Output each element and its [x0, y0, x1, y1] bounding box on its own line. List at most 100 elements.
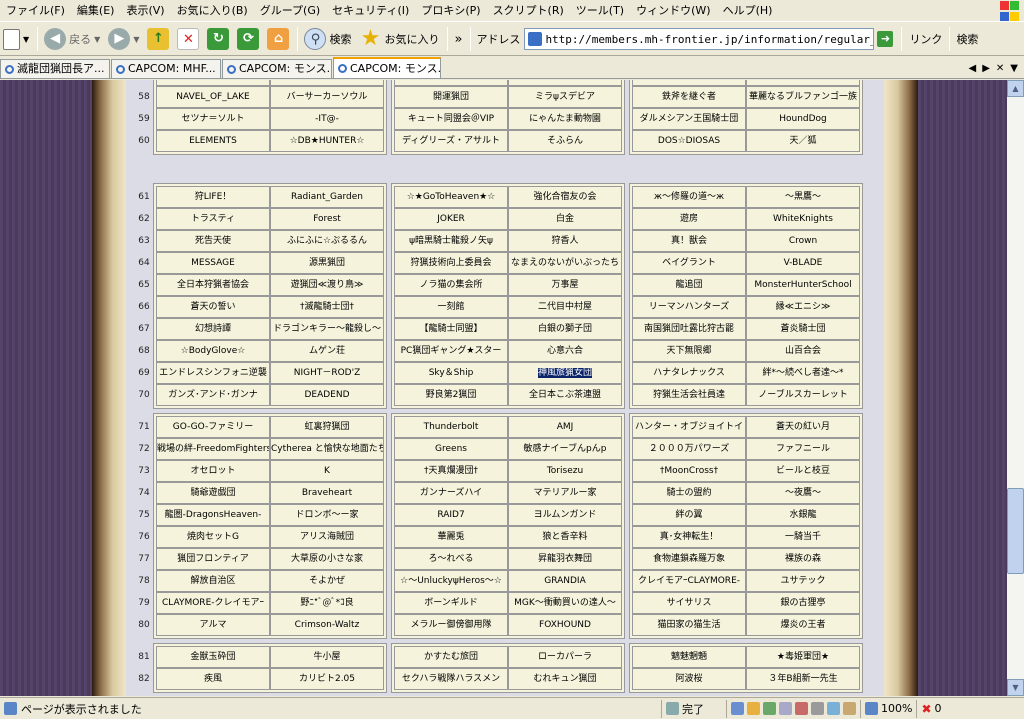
- guild-name: ～夜鷹～: [784, 488, 821, 498]
- guild-name: 戦場の絆-FreedomFighters: [157, 444, 270, 454]
- guild-name-cell: 華麗兎: [394, 526, 508, 548]
- tab-close-icon[interactable]: ✕: [996, 63, 1004, 74]
- status-icons-panel: [726, 699, 860, 718]
- guild-name-cell: AMJ: [508, 416, 622, 438]
- guild-name: ★毒姫軍団★: [776, 652, 830, 662]
- tab-list-icon[interactable]: ▼: [1010, 63, 1018, 74]
- guild-name-cell: 昇龍羽衣舞団: [508, 548, 622, 570]
- vertical-scrollbar[interactable]: ▲ ▼: [1007, 80, 1024, 696]
- guild-name: 蒼天の紅い月: [775, 422, 830, 432]
- guild-name-cell: 狩香人: [508, 230, 622, 252]
- guild-name-cell: サイサリス: [632, 592, 746, 614]
- go-button[interactable]: ➜: [874, 25, 896, 53]
- guild-name-cell: ディグリーズ・アサルト: [394, 130, 508, 152]
- sound-icon[interactable]: [779, 702, 792, 715]
- menu-item[interactable]: 編集(E): [71, 1, 121, 21]
- guild-name-cell: セクハラ戦隊ハラスメン: [394, 668, 508, 690]
- guild-name: なまえのないがいぶったち: [510, 258, 619, 268]
- guild-name: 爆炎の王者: [780, 620, 826, 630]
- guild-name-cell: MESSAGE: [156, 252, 270, 274]
- toolbar-search-button[interactable]: 検索: [956, 31, 978, 47]
- guild-name: ミラψスデビア: [535, 92, 595, 102]
- guild-name-cell: 食物連鎖森羅万象: [632, 548, 746, 570]
- popup-icon[interactable]: [795, 702, 808, 715]
- menu-item[interactable]: プロキシ(P): [415, 1, 486, 21]
- guild-name: 狩LIFE！: [194, 192, 232, 202]
- new-page-button[interactable]: ▼: [0, 25, 32, 53]
- browser-tab[interactable]: CAPCOM: モンス...: [333, 57, 441, 78]
- stop-button[interactable]: ✕: [174, 25, 202, 53]
- menu-item[interactable]: ヘルプ(H): [717, 1, 779, 21]
- browser-tab[interactable]: CAPCOM: モンス...: [222, 59, 332, 78]
- guild-name: 昇龍羽衣舞団: [537, 554, 592, 564]
- guild-name-cell: 二代目中村屋: [508, 296, 622, 318]
- guild-name: 死告天使: [194, 236, 231, 246]
- tab-favicon-icon: [5, 64, 14, 74]
- guild-name-cell: 遊猟団≪渡り鳥≫: [270, 274, 384, 296]
- browser-tab[interactable]: CAPCOM: MHF...: [111, 59, 221, 78]
- refresh-all-button[interactable]: ⟳: [234, 25, 262, 53]
- search-button[interactable]: ⚲ 検索: [301, 25, 354, 53]
- guild-name-cell: MGK～衝動買いの達人～: [508, 592, 622, 614]
- guild-name-cell: 狩LIFE！: [156, 186, 270, 208]
- guild-name-cell: Forest: [270, 208, 384, 230]
- guild-name-cell: -IT@-: [270, 108, 384, 130]
- menu-item[interactable]: お気に入り(B): [171, 1, 254, 21]
- cookie-icon[interactable]: [843, 702, 856, 715]
- guild-name: Radiant_Garden: [290, 192, 364, 202]
- zoom-panel[interactable]: 100%: [860, 699, 916, 718]
- scroll-down-button[interactable]: ▼: [1007, 679, 1024, 696]
- guild-name-cell: 猫田家の猫生活: [632, 614, 746, 636]
- block-icon: ✖: [921, 701, 932, 716]
- guild-name-cell: NAVEL_OF_LAKE: [156, 86, 270, 108]
- guild-name: Torisezu: [546, 466, 584, 476]
- guild-name-cell: ヨルムンガンド: [508, 504, 622, 526]
- menu-item[interactable]: グループ(G): [254, 1, 326, 21]
- forward-button[interactable]: ▶ ▼: [105, 25, 142, 53]
- guild-name: ローカパーラ: [537, 652, 592, 662]
- menu-item[interactable]: ツール(T): [570, 1, 630, 21]
- guild-name-cell: †滅龍騎士団†: [270, 296, 384, 318]
- guild-name-cell: ☆～UnluckyψHeros～☆: [394, 570, 508, 592]
- back-button[interactable]: ◀ 戻る ▼: [41, 25, 103, 53]
- guild-name-cell: 【龍騎士同盟】: [394, 318, 508, 340]
- guild-name: 猫田家の猫生活: [657, 620, 721, 630]
- proxy-icon[interactable]: [811, 702, 824, 715]
- address-bar[interactable]: http://members.mh-frontier.jp/informatio…: [524, 28, 875, 50]
- links-button[interactable]: リンク: [909, 31, 942, 47]
- menu-item[interactable]: ウィンドウ(W): [630, 1, 716, 21]
- guild-name-cell: 幻想詩譚: [156, 318, 270, 340]
- network-icon[interactable]: [827, 702, 840, 715]
- row-number: 82: [138, 674, 150, 684]
- guild-name-cell: 騎爺遊戯団: [156, 482, 270, 504]
- guild-name-cell: 万事屋: [508, 274, 622, 296]
- guild-name: そふらん: [546, 136, 583, 146]
- security-icon[interactable]: [731, 702, 744, 715]
- scroll-thumb[interactable]: [1007, 488, 1024, 574]
- scroll-up-button[interactable]: ▲: [1007, 80, 1024, 97]
- favorites-button[interactable]: ★ お気に入り: [356, 25, 442, 53]
- menu-item[interactable]: 表示(V): [120, 1, 170, 21]
- up-button[interactable]: ↑: [144, 25, 172, 53]
- guild-name-cell: 一刻館: [394, 296, 508, 318]
- blocked-panel[interactable]: ✖ 0: [916, 699, 945, 718]
- address-input[interactable]: http://members.mh-frontier.jp/informatio…: [545, 33, 873, 46]
- javascript-icon[interactable]: [747, 702, 760, 715]
- guild-name: 万事屋: [551, 280, 579, 290]
- home-button[interactable]: ⌂: [264, 25, 292, 53]
- refresh-button[interactable]: ↻: [204, 25, 232, 53]
- menu-item[interactable]: ファイル(F): [0, 1, 71, 21]
- menu-item[interactable]: セキュリティ(I): [326, 1, 415, 21]
- guild-name-cell: にゃんたま動物園: [508, 108, 622, 130]
- tab-scroll-right-icon[interactable]: ▶: [982, 63, 990, 74]
- image-icon[interactable]: [763, 702, 776, 715]
- toolbar-chevron[interactable]: »: [451, 25, 465, 53]
- menu-item[interactable]: スクリプト(R): [487, 1, 570, 21]
- browser-tab[interactable]: 滅龍団猟団長ア...: [0, 59, 110, 78]
- guild-name: 遊房: [679, 214, 698, 224]
- guild-name-cell: DEADEND: [270, 384, 384, 406]
- guild-name: 食物連鎖森羅万象: [652, 554, 725, 564]
- tab-scroll-left-icon[interactable]: ◀: [969, 63, 977, 74]
- stop-icon: ✕: [177, 28, 200, 50]
- guild-name-cell: クレイモアｰCLAYMORE‐: [632, 570, 746, 592]
